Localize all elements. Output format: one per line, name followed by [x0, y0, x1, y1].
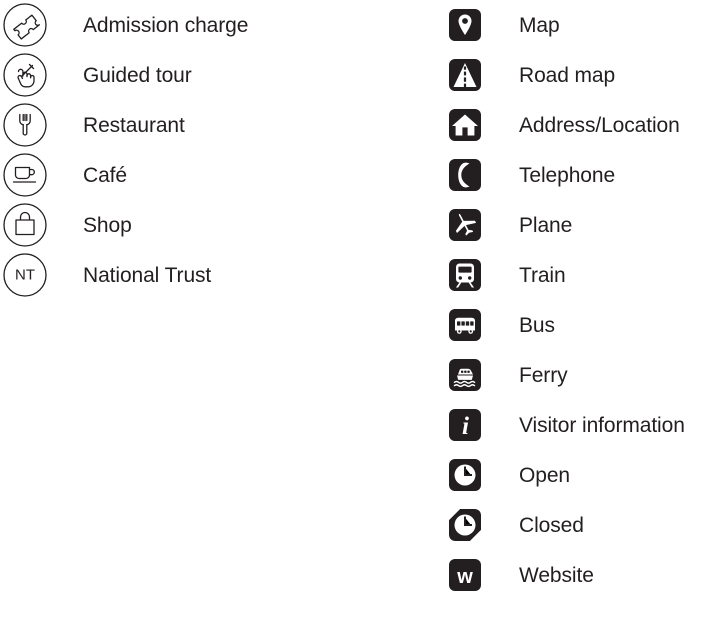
- legend-item-restaurant: Restaurant: [0, 100, 440, 150]
- legend-item-label: Ferry: [519, 363, 568, 387]
- legend-item-train: Train: [440, 250, 718, 300]
- legend-item-label: Guided tour: [83, 63, 192, 87]
- legend-item-label: Plane: [519, 213, 573, 237]
- website-w-icon: w: [448, 558, 482, 592]
- bus-icon: [448, 308, 482, 342]
- plane-icon: [448, 208, 482, 242]
- shopping-bag-icon: [2, 202, 48, 248]
- legend-item-open: Open: [440, 450, 718, 500]
- legend-item-website: w Website: [440, 550, 718, 600]
- website-icon-text: w: [456, 566, 473, 588]
- legend-item-label: Shop: [83, 213, 132, 237]
- national-trust-icon-text: NT: [15, 267, 35, 284]
- legend-item-label: Road map: [519, 63, 616, 87]
- legend-item-ferry: Ferry: [440, 350, 718, 400]
- legend-item-label: Address/Location: [519, 113, 680, 137]
- legend-item-map: Map: [440, 0, 718, 50]
- legend-item-bus: Bus: [440, 300, 718, 350]
- legend-item-label: Train: [519, 263, 566, 287]
- legend-item-plane: Plane: [440, 200, 718, 250]
- clock-closed-icon: [448, 508, 482, 542]
- legend-item-label: National Trust: [83, 263, 212, 287]
- legend-item-label: Restaurant: [83, 113, 185, 137]
- legend-column-left: Admission charge Guided tour Restaurant …: [0, 0, 440, 300]
- national-trust-icon: NT: [2, 252, 48, 298]
- legend-item-label: Map: [519, 13, 560, 37]
- info-icon: i: [448, 408, 482, 442]
- ferry-icon: [448, 358, 482, 392]
- pointing-hand-icon: [2, 52, 48, 98]
- info-icon-text: i: [462, 413, 469, 440]
- coffee-cup-icon: [2, 152, 48, 198]
- ticket-icon: [2, 2, 48, 48]
- legend-item-label: Bus: [519, 313, 555, 337]
- legend-item-shop: Shop: [0, 200, 440, 250]
- road-map-icon: [448, 58, 482, 92]
- legend-item-road-map: Road map: [440, 50, 718, 100]
- home-icon: [448, 108, 482, 142]
- legend-item-national-trust: NT National Trust: [0, 250, 440, 300]
- telephone-icon: [448, 158, 482, 192]
- legend-item-address-location: Address/Location: [440, 100, 718, 150]
- legend-item-label: Admission charge: [83, 13, 249, 37]
- legend-item-label: Closed: [519, 513, 584, 537]
- legend-item-telephone: Telephone: [440, 150, 718, 200]
- map-pin-icon: [448, 8, 482, 42]
- legend-item-label: Open: [519, 463, 570, 487]
- legend-item-visitor-information: i Visitor information: [440, 400, 718, 450]
- fork-icon: [2, 102, 48, 148]
- clock-open-icon: [448, 458, 482, 492]
- symbols-legend: Admission charge Guided tour Restaurant …: [0, 0, 718, 624]
- legend-item-cafe: Café: [0, 150, 440, 200]
- legend-item-closed: Closed: [440, 500, 718, 550]
- legend-column-right: Map Road map Address/Location Telephone …: [440, 0, 718, 600]
- legend-item-label: Café: [83, 163, 127, 187]
- legend-item-label: Visitor information: [519, 413, 685, 437]
- legend-item-label: Telephone: [519, 163, 616, 187]
- legend-item-label: Website: [519, 563, 594, 587]
- legend-item-admission-charge: Admission charge: [0, 0, 440, 50]
- train-icon: [448, 258, 482, 292]
- legend-item-guided-tour: Guided tour: [0, 50, 440, 100]
